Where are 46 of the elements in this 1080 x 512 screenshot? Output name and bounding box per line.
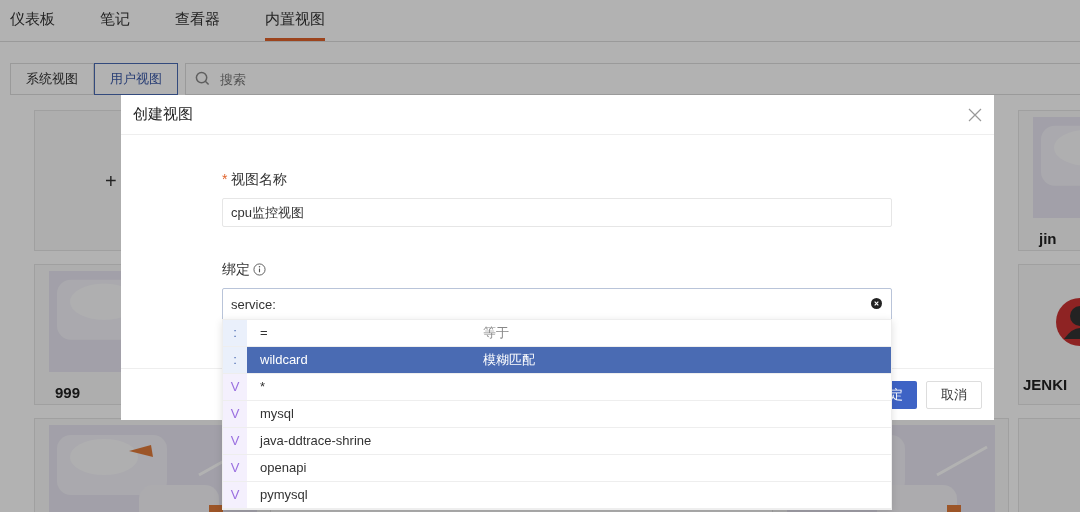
type-marker: : <box>223 347 247 373</box>
suggestion-value: = <box>259 324 269 343</box>
suggestion-item[interactable]: java-ddtrace-shrine <box>247 428 891 454</box>
tab[interactable]: 仪表板 <box>10 0 55 41</box>
suggestion-value: mysql <box>259 405 295 424</box>
view-toggle-button[interactable]: 系统视图 <box>10 63 94 95</box>
tab[interactable]: 内置视图 <box>265 0 325 41</box>
required-mark: * <box>222 170 228 189</box>
suggestion-item[interactable]: * <box>247 374 891 400</box>
suggestion-value: openapi <box>259 459 308 478</box>
type-marker: V <box>223 401 247 427</box>
clear-icon[interactable] <box>871 298 882 309</box>
cancel-button[interactable]: 取消 <box>926 380 982 409</box>
card-title: JENKI <box>1023 375 1068 395</box>
field-label: 绑定 <box>222 260 250 279</box>
tab[interactable]: 查看器 <box>175 0 220 41</box>
view-toggle-button[interactable]: 用户视图 <box>94 63 178 95</box>
type-marker: V <box>223 482 247 508</box>
suggestion-value: wildcard <box>259 351 309 370</box>
view-card[interactable]: jin <box>1018 110 1080 251</box>
suggestion-item[interactable]: openapi <box>247 455 891 481</box>
type-marker: V <box>223 374 247 400</box>
tab[interactable]: 笔记 <box>100 0 130 41</box>
suggestion-item[interactable]: mysql <box>247 401 891 427</box>
plus-icon: + <box>105 165 117 196</box>
suggestion-value: pymysql <box>259 486 309 505</box>
suggestion-item[interactable]: pymysql <box>247 482 891 508</box>
type-marker: V <box>223 455 247 481</box>
binding-input[interactable]: service: <box>222 288 892 321</box>
view-card[interactable]: JENKI <box>1018 264 1080 405</box>
suggestion-description: 等于 <box>483 324 509 343</box>
info-icon <box>253 263 267 276</box>
type-marker: V <box>223 428 247 454</box>
suggestion-item[interactable]: wildcard 模糊匹配 <box>247 347 891 373</box>
card-title: 999 <box>55 382 81 403</box>
name-input[interactable]: cpu监控视图 <box>222 198 892 227</box>
field-label: 视图名称 <box>231 170 288 189</box>
card-title: jin <box>1039 228 1057 249</box>
search-icon <box>194 71 210 86</box>
suggestion-item[interactable]: = 等于 <box>247 320 891 346</box>
type-marker: : <box>223 320 247 346</box>
suggestion-value: java-ddtrace-shrine <box>258 432 373 451</box>
dialog-title: 创建视图 <box>133 104 193 125</box>
search-field[interactable]: 搜索 <box>184 63 1080 95</box>
suggestion-value: * <box>259 378 267 397</box>
suggestion-description: 模糊匹配 <box>483 351 535 370</box>
